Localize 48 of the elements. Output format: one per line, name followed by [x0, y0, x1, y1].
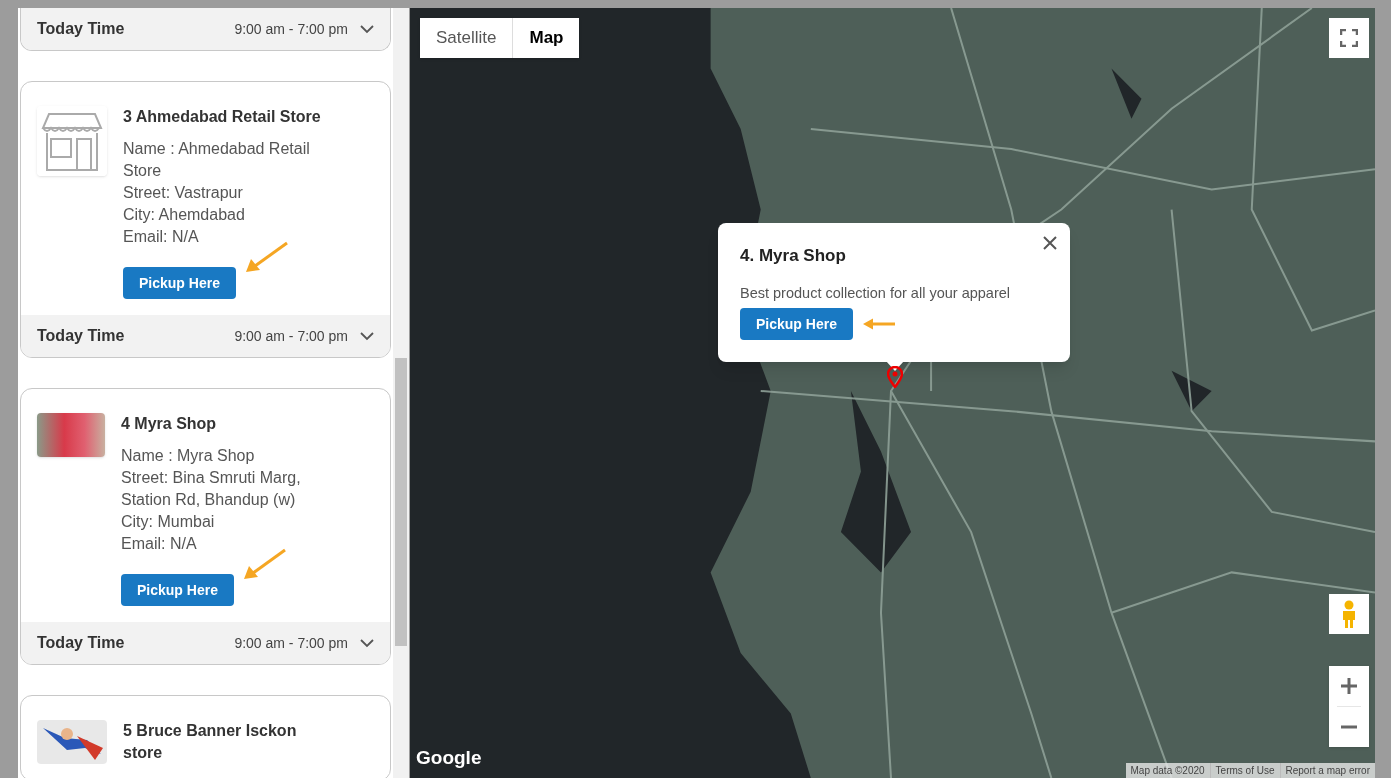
store-detail: City: Ahemdabad [123, 205, 246, 225]
minus-icon [1340, 725, 1358, 729]
store-detail: Name : Myra Shop [121, 446, 256, 466]
storefront-icon [37, 106, 107, 176]
shop-photo [37, 413, 105, 457]
store-detail: City: Mumbai [121, 512, 216, 532]
store-title: 3 Ahmedabad Retail Store [123, 107, 322, 127]
plus-icon [1340, 677, 1358, 695]
hours-row[interactable]: Today Time 9:00 am - 7:00 pm [21, 8, 390, 50]
store-detail: Name : Ahmedabad Retail Store [123, 139, 311, 181]
fullscreen-icon [1340, 29, 1358, 47]
scrollbar-thumb[interactable] [395, 358, 407, 646]
street-view-button[interactable] [1329, 594, 1369, 634]
scrollbar[interactable] [393, 8, 409, 778]
hours-label: Today Time [37, 19, 126, 39]
popup-description: Best product collection for all your apparel [740, 283, 1011, 303]
map-type-tab[interactable]: Satellite [420, 18, 513, 58]
hours-row[interactable]: Today Time 9:00 am - 7:00 pm [21, 622, 390, 664]
store-detail: Email: N/A [123, 227, 200, 247]
hours-row[interactable]: Today Time 9:00 am - 7:00 pm [21, 315, 390, 357]
popup-title: 4. Myra Shop [740, 245, 847, 267]
attribution-link[interactable]: Map data ©2020 [1125, 763, 1210, 778]
store-title: 5 Bruce Banner Isckon store [123, 721, 298, 763]
person-icon [1341, 600, 1357, 628]
hours-text: 9:00 am - 7:00 pm [234, 633, 348, 653]
store-detail: Street: Bina Smruti Marg, Station Rd, Bhandup (w) [121, 468, 302, 510]
arrow-icon [241, 548, 287, 582]
fullscreen-button[interactable] [1329, 18, 1369, 58]
hours-label: Today Time [37, 633, 126, 653]
store-detail: Street: Vastrapur [123, 183, 244, 203]
hours-label: Today Time [37, 326, 126, 346]
store-title: 4 Myra Shop [121, 414, 218, 434]
hours-text: 9:00 am - 7:00 pm [234, 19, 348, 39]
map-pin-icon [887, 366, 903, 388]
hours-text: 9:00 am - 7:00 pm [234, 326, 348, 346]
pickup-button[interactable]: Pickup Here [123, 267, 236, 299]
attribution-link[interactable]: Terms of Use [1209, 763, 1280, 778]
chevron-down-icon [360, 638, 374, 648]
store-detail: Email: N/A [121, 534, 198, 554]
map-type-tab[interactable]: Map [512, 18, 580, 58]
pickup-button[interactable]: Pickup Here [121, 574, 234, 606]
pickup-button[interactable]: Pickup Here [740, 308, 853, 341]
arrow-icon [243, 241, 289, 275]
attribution-link[interactable]: Report a map error [1279, 763, 1375, 778]
map-logo: Google [416, 745, 482, 770]
flying-figure-illustration [37, 720, 107, 764]
chevron-down-icon [360, 331, 374, 341]
chevron-down-icon [360, 24, 374, 34]
